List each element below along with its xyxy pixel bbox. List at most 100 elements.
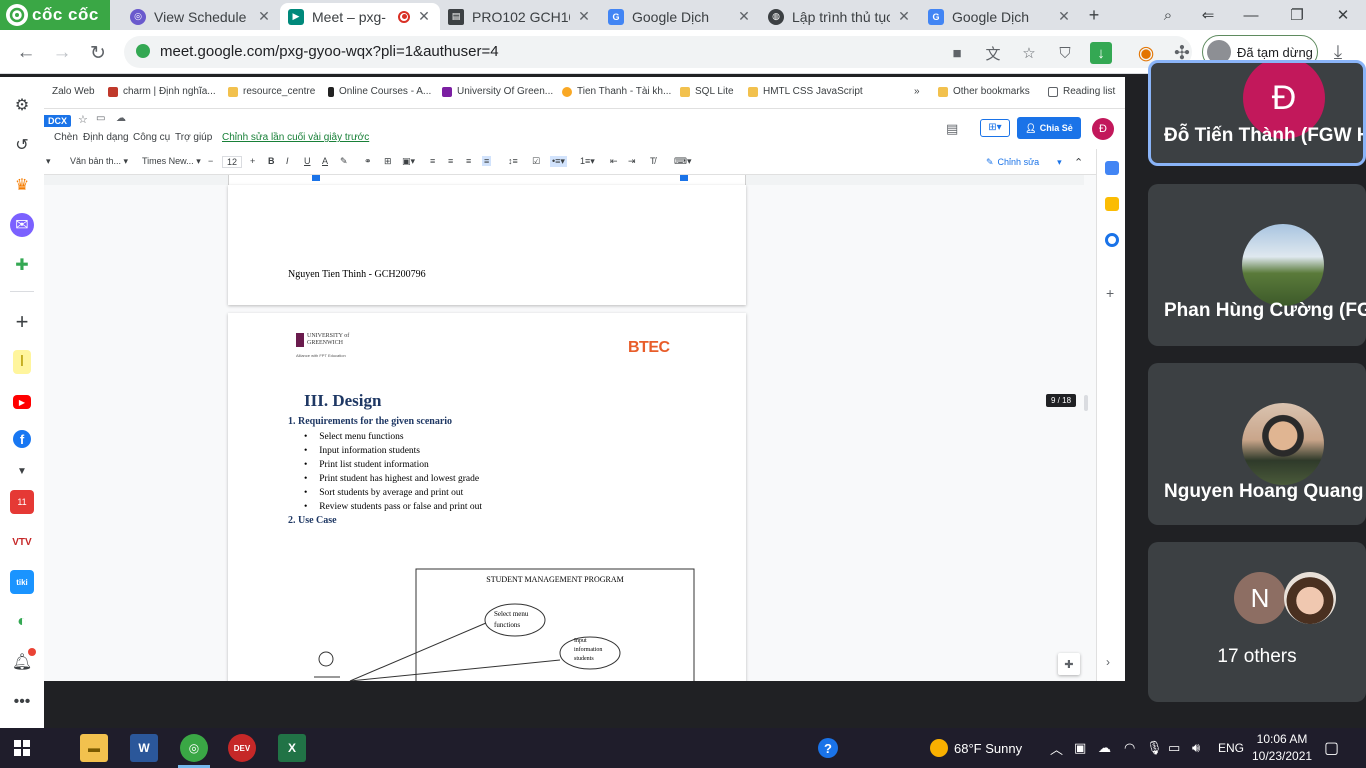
close-icon[interactable]: ✕	[1056, 8, 1072, 25]
font-size-increase[interactable]: +	[250, 156, 255, 166]
url-text[interactable]: meet.google.com/pxg-gyoo-wqx?pli=1&authu…	[160, 43, 499, 60]
bulleted-list-icon[interactable]: •≡▾	[550, 156, 567, 167]
participant-tile[interactable]: Nguyen Hoang Quang	[1148, 363, 1366, 525]
wifi-icon[interactable]: ◠	[1124, 728, 1135, 768]
download-icon[interactable]: ↓	[1090, 42, 1112, 64]
back-arrow-icon[interactable]: ←	[12, 39, 40, 67]
right-indent-marker[interactable]	[680, 175, 688, 181]
shield-icon[interactable]: ⛉	[1054, 42, 1076, 64]
panel-expand-icon[interactable]: ›	[1106, 655, 1110, 669]
history-icon[interactable]: ↺	[10, 133, 34, 157]
doc-page-current[interactable]: UNIVERSITY of GREENWICH Alliance with FP…	[228, 313, 746, 681]
increase-indent-icon[interactable]: ⇥	[628, 156, 636, 167]
excel-icon[interactable]: X	[278, 734, 306, 762]
numbered-list-icon[interactable]: 1≡▾	[580, 156, 595, 167]
weather-widget[interactable]: 68°F Sunny	[930, 728, 1022, 768]
bookmark-online-courses[interactable]: Online Courses - A...	[328, 86, 431, 97]
gamepad-icon[interactable]: ✚	[10, 253, 34, 277]
bookmark-star-icon[interactable]: ☆	[1018, 42, 1040, 64]
image-icon[interactable]: ▣▾	[402, 156, 415, 167]
tab-google-translate-2[interactable]: G Google Dịch ✕	[920, 3, 1080, 30]
clear-formatting-icon[interactable]: T̸	[650, 156, 656, 166]
participant-tile-others[interactable]: N 17 others	[1148, 542, 1366, 702]
comment-add-icon[interactable]: ⊞	[384, 156, 392, 167]
star-icon[interactable]: ☆	[78, 113, 88, 126]
settings-gear-icon[interactable]: ⚙	[10, 93, 34, 117]
microphone-icon[interactable]: 🎙︎	[1146, 728, 1163, 768]
bookmark-sql-lite[interactable]: SQL Lite	[680, 86, 734, 97]
bookmark-other[interactable]: Other bookmarks	[938, 86, 1030, 97]
add-addon-icon[interactable]: +	[1106, 285, 1114, 301]
menu-tools[interactable]: Công cụ	[133, 132, 170, 143]
translate-icon[interactable]: 文	[982, 42, 1004, 64]
editing-mode-select[interactable]: ✎ Chỉnh sửa ▾	[980, 153, 1068, 171]
clock[interactable]: 10:06 AM 10/23/2021	[1252, 731, 1312, 765]
tray-overflow-icon[interactable]: ︿	[1050, 728, 1063, 768]
menu-insert[interactable]: Chèn	[54, 132, 78, 143]
crown-icon[interactable]: ♛	[10, 173, 34, 197]
present-icon[interactable]: ⊞▾	[980, 119, 1010, 137]
keep-icon[interactable]	[1105, 197, 1119, 211]
coccoc-taskbar-icon[interactable]: ◎	[180, 734, 208, 762]
volume-icon[interactable]: 🔊︎	[1192, 728, 1200, 768]
bookmarks-overflow[interactable]: »	[914, 86, 920, 97]
link-icon[interactable]: ⚭	[364, 156, 372, 167]
window-close-icon[interactable]: ✕	[1320, 0, 1366, 30]
tab-view-schedule[interactable]: ◎ View Schedule ✕	[122, 3, 280, 30]
tiki-icon[interactable]: tiki	[10, 570, 34, 594]
more-left-icon[interactable]: ▾	[46, 156, 51, 167]
italic-icon[interactable]: I	[286, 156, 289, 166]
participant-tile[interactable]: Phan Hùng Cường (FG	[1148, 184, 1366, 346]
word-icon[interactable]: W	[130, 734, 158, 762]
tab-pro102[interactable]: ▤ PRO102 GCH10 ✕	[440, 3, 600, 30]
tasks-icon[interactable]	[1105, 233, 1119, 247]
tab-meet[interactable]: ▶ Meet – pxg- ✕	[280, 3, 440, 30]
back-history-icon[interactable]: ⇐	[1185, 0, 1231, 30]
help-icon[interactable]: ?	[818, 728, 838, 768]
note-icon[interactable]: I	[13, 350, 31, 374]
close-icon[interactable]: ✕	[736, 8, 752, 25]
line-spacing-icon[interactable]: ↕≡	[508, 156, 518, 166]
menu-format[interactable]: Định dạng	[83, 132, 129, 143]
decrease-indent-icon[interactable]: ⇤	[610, 156, 618, 167]
tab-lap-trinh[interactable]: ◍ Lập trình thủ tục ✕	[760, 3, 920, 30]
font-select[interactable]: Times New... ▾	[142, 156, 201, 167]
address-bar[interactable]: meet.google.com/pxg-gyoo-wqx?pli=1&authu…	[124, 36, 1192, 68]
windows-start-icon[interactable]	[8, 734, 36, 762]
browser-brand[interactable]: cốc cốc	[6, 3, 99, 27]
language-indicator[interactable]: ENG	[1218, 728, 1244, 768]
messenger-icon[interactable]: ✉	[10, 213, 34, 237]
new-tab-button[interactable]: +	[1084, 3, 1104, 27]
close-icon[interactable]: ✕	[416, 8, 432, 25]
bookmark-tien-thanh[interactable]: Tien Thanh - Tài kh...	[562, 86, 671, 97]
shopping-icon[interactable]: 11	[10, 490, 34, 514]
avatar[interactable]: Đ	[1092, 118, 1114, 140]
bookmark-university[interactable]: University Of Green...	[442, 86, 553, 97]
camera-icon[interactable]: ■	[946, 42, 968, 64]
battery-icon[interactable]: ▭	[1168, 728, 1180, 768]
close-icon[interactable]: ✕	[896, 8, 912, 25]
bookmark-html-css[interactable]: HMTL CSS JavaScript	[748, 86, 863, 97]
align-center-icon[interactable]: ≡	[448, 156, 453, 166]
facebook-icon[interactable]: f	[13, 430, 31, 448]
scrollbar-thumb[interactable]	[1084, 395, 1088, 411]
participant-tile-active[interactable]: Đ Đỗ Tiến Thành (FGW H	[1148, 60, 1366, 166]
align-left-icon[interactable]: ≡	[430, 156, 435, 166]
align-right-icon[interactable]: ≡	[466, 156, 471, 166]
move-folder-icon[interactable]: ▭	[96, 113, 105, 124]
file-explorer-icon[interactable]: ▬	[80, 734, 108, 762]
notifications-icon[interactable]: ▢	[1324, 728, 1339, 768]
font-size-decrease[interactable]: −	[208, 156, 213, 166]
tab-google-translate-1[interactable]: G Google Dịch ✕	[600, 3, 760, 30]
close-icon[interactable]: ✕	[256, 8, 272, 25]
highlight-icon[interactable]: ✎	[340, 156, 348, 167]
forward-arrow-icon[interactable]: →	[48, 39, 76, 67]
share-button[interactable]: 👤︎ Chia Sẻ	[1017, 117, 1081, 139]
underline-icon[interactable]: U	[304, 156, 311, 166]
more-options-icon[interactable]: •••	[10, 690, 34, 714]
meet-tray-icon[interactable]: ▣	[1074, 728, 1086, 768]
cloud-sync-icon[interactable]: ☁	[1098, 728, 1111, 768]
restore-icon[interactable]: ❐	[1274, 0, 1320, 30]
bookmark-reading-list[interactable]: Reading list	[1048, 86, 1115, 97]
youtube-icon[interactable]: ▶	[13, 395, 31, 409]
